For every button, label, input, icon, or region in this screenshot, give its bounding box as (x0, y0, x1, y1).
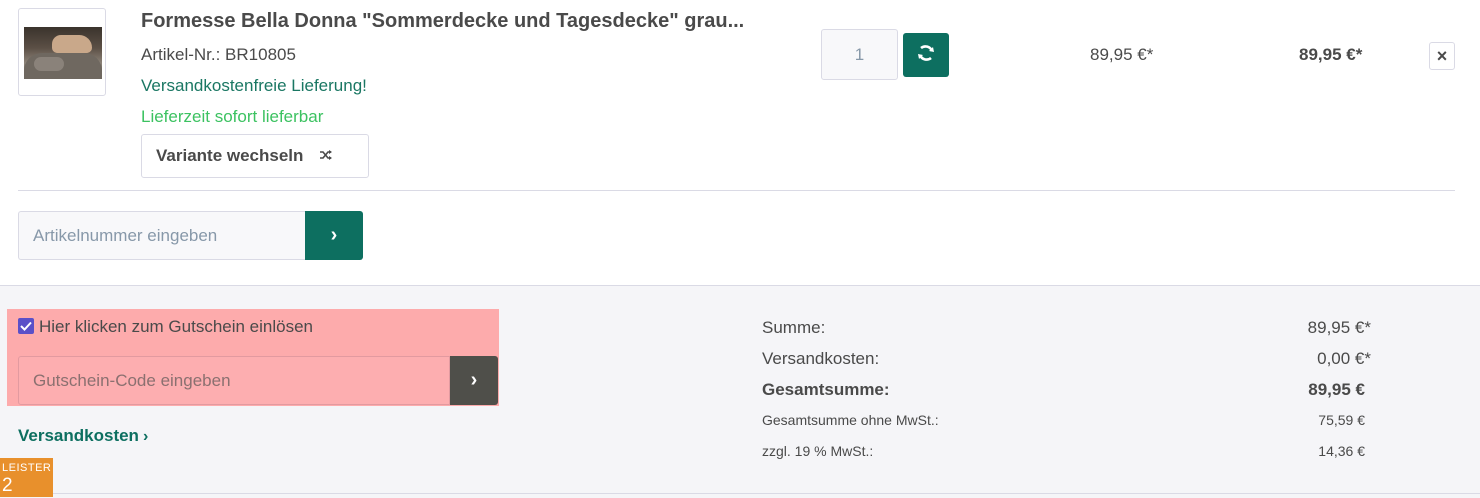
product-title[interactable]: Formesse Bella Donna "Sommerdecke und Ta… (141, 10, 744, 33)
chevron-right-icon: › (330, 224, 338, 246)
close-icon: × (1436, 45, 1448, 66)
check-icon (20, 321, 32, 331)
refresh-icon (915, 42, 937, 69)
product-image (24, 27, 102, 79)
vat-value: 14,36 € (1318, 443, 1365, 459)
unit-price: 89,95 €* (1090, 45, 1154, 64)
update-quantity-button[interactable] (903, 33, 949, 77)
change-variant-button[interactable]: Variante wechseln (141, 134, 369, 178)
net-total-value: 75,59 € (1318, 412, 1365, 428)
badge-number: 2 (2, 475, 13, 496)
chevron-right-icon: › (142, 428, 149, 445)
coupon-checkbox[interactable] (18, 318, 34, 334)
subtotal-value: 89,95 €* (1307, 318, 1371, 337)
article-number: Artikel-Nr.: BR10805 (141, 45, 296, 64)
vat-label: zzgl. 19 % MwSt.: (762, 443, 874, 459)
product-thumbnail[interactable] (18, 8, 106, 96)
grand-total-value: 89,95 € (1308, 380, 1365, 399)
divider (18, 190, 1455, 191)
coupon-checkbox-label[interactable]: Hier klicken zum Gutschein einlösen (39, 317, 313, 337)
shipping-costs-link[interactable]: Versandkosten › (18, 426, 148, 446)
divider (0, 493, 1480, 494)
chevron-right-icon: › (470, 369, 478, 391)
grand-total-label: Gesamtsumme: (762, 380, 890, 399)
shipping-value: 0,00 €* (1317, 349, 1371, 368)
free-shipping-note: Versandkostenfreie Lieferung! (141, 76, 367, 95)
quantity-input[interactable]: 1 (821, 29, 898, 80)
trust-badge[interactable]: LEISTER 2 (0, 458, 53, 497)
net-total-label: Gesamtsumme ohne MwSt.: (762, 412, 939, 428)
add-article-button[interactable]: › (305, 211, 363, 260)
remove-item-button[interactable]: × (1429, 42, 1455, 70)
change-variant-label: Variante wechseln (156, 146, 304, 165)
delivery-time: Lieferzeit sofort lieferbar (141, 107, 324, 126)
article-number-input[interactable]: Artikelnummer eingeben (18, 211, 305, 260)
redeem-coupon-button[interactable]: › (450, 356, 498, 405)
shipping-label: Versandkosten: (762, 349, 880, 368)
shipping-costs-label: Versandkosten (18, 426, 139, 445)
coupon-code-input[interactable]: Gutschein-Code eingeben (18, 356, 450, 405)
line-total-price: 89,95 €* (1299, 45, 1363, 64)
shuffle-icon (319, 148, 333, 164)
subtotal-label: Summe: (762, 318, 826, 337)
badge-text: LEISTER (2, 462, 52, 474)
